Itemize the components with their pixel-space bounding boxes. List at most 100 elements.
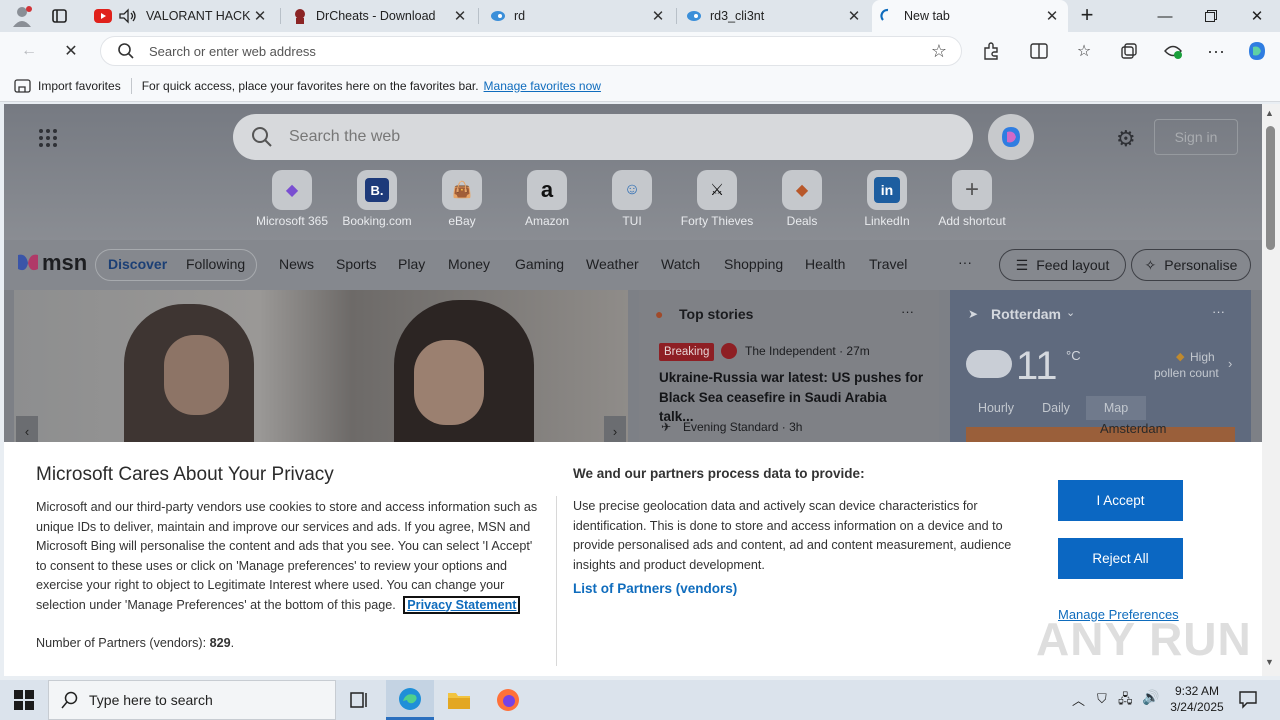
- close-icon[interactable]: ✕: [1044, 7, 1060, 25]
- shortcut-ebay[interactable]: 👜 eBay: [420, 170, 504, 228]
- import-favorites-button[interactable]: Import favorites: [38, 79, 121, 93]
- shortcut-microsoft-365[interactable]: ◆ Microsoft 365: [250, 170, 334, 228]
- weather-more-icon[interactable]: ···: [1212, 304, 1225, 319]
- shortcut-deals[interactable]: ◆ Deals: [760, 170, 844, 228]
- new-tab-icon[interactable]: +: [1076, 4, 1098, 27]
- notifications-icon[interactable]: [1238, 689, 1258, 709]
- edge-taskbar-icon[interactable]: [386, 680, 434, 720]
- profile-icon[interactable]: [10, 5, 34, 27]
- privacy-title: Microsoft Cares About Your Privacy: [36, 464, 334, 485]
- clock[interactable]: 9:32 AM 3/24/2025: [1168, 683, 1226, 715]
- reject-all-button[interactable]: Reject All: [1058, 538, 1183, 579]
- personalise-button[interactable]: ✧ Personalise: [1131, 249, 1251, 281]
- evening-standard-icon: ✈: [661, 420, 672, 434]
- msn-butterfly-icon: [18, 254, 38, 271]
- more-menu-icon[interactable]: ···: [1203, 38, 1229, 64]
- nav-health[interactable]: Health: [805, 256, 845, 272]
- breaking-badge: Breaking: [659, 343, 715, 361]
- tab-following[interactable]: Following: [186, 256, 245, 272]
- speaker-icon[interactable]: [118, 8, 138, 24]
- copilot-button[interactable]: [988, 114, 1034, 160]
- msn-logo[interactable]: msn: [16, 250, 87, 276]
- hero-image-card[interactable]: ‹ ›: [14, 290, 628, 450]
- chevron-down-icon[interactable]: ⌄: [1066, 306, 1075, 319]
- collections-icon[interactable]: [1116, 38, 1142, 64]
- show-hidden-icons[interactable]: ︿: [1072, 690, 1085, 709]
- weather-location[interactable]: Rotterdam: [991, 306, 1061, 322]
- web-search-box[interactable]: Search the web: [233, 114, 973, 160]
- weather-tab-daily[interactable]: Daily: [1026, 396, 1086, 420]
- page-scrollbar[interactable]: ▲ ▼: [1262, 104, 1280, 676]
- file-explorer-icon[interactable]: [447, 689, 471, 711]
- nav-gaming[interactable]: Gaming: [515, 256, 564, 272]
- close-icon[interactable]: ✕: [846, 7, 862, 25]
- favorite-star-icon[interactable]: ☆: [931, 41, 947, 62]
- story-source: The Independent · 27m: [745, 344, 870, 358]
- nav-shopping[interactable]: Shopping: [724, 256, 783, 272]
- shortcut-label: Microsoft 365: [255, 214, 329, 228]
- shortcut-linkedin[interactable]: in LinkedIn: [845, 170, 929, 228]
- taskbar-search-box[interactable]: Type here to search: [48, 680, 336, 720]
- volume-icon[interactable]: 🔊: [1142, 689, 1159, 706]
- manage-favorites-link[interactable]: Manage favorites now: [484, 79, 601, 93]
- stop-loading-icon[interactable]: ✕: [58, 38, 84, 64]
- tab-new-tab[interactable]: New tab ✕: [872, 0, 1068, 32]
- nav-money[interactable]: Money: [448, 256, 490, 272]
- shortcut-amazon[interactable]: a Amazon: [505, 170, 589, 228]
- more-nav-icon[interactable]: ···: [958, 254, 972, 270]
- nav-news[interactable]: News: [279, 256, 314, 272]
- close-icon[interactable]: ✕: [452, 7, 468, 25]
- sign-in-button[interactable]: Sign in: [1154, 119, 1238, 155]
- top-stories-more-icon[interactable]: ···: [901, 304, 914, 319]
- privacy-statement-link[interactable]: Privacy Statement: [403, 595, 521, 614]
- weather-tab-hourly[interactable]: Hourly: [966, 396, 1026, 420]
- shortcut-forty-thieves[interactable]: ⚔ Forty Thieves: [675, 170, 759, 228]
- extensions-icon[interactable]: [978, 38, 1004, 64]
- back-icon[interactable]: ←: [16, 38, 42, 64]
- network-icon[interactable]: 🖧: [1118, 690, 1133, 712]
- tab-drcheats[interactable]: DrCheats - Download ✕: [284, 0, 476, 32]
- add-shortcut-button[interactable]: + Add shortcut: [930, 170, 1014, 228]
- shortcut-booking[interactable]: B. Booking.com: [335, 170, 419, 228]
- partners-list-link[interactable]: List of Partners (vendors): [573, 581, 737, 596]
- tab-rd3-cli3nt[interactable]: rd3_cli3nt ✕: [678, 0, 870, 32]
- shortcut-tui[interactable]: ☺ TUI: [590, 170, 674, 228]
- close-window-icon[interactable]: ✕: [1234, 0, 1280, 32]
- chevron-right-icon[interactable]: ›: [1228, 356, 1232, 371]
- close-icon[interactable]: ✕: [650, 7, 666, 25]
- scroll-thumb[interactable]: [1266, 126, 1275, 250]
- nav-sports[interactable]: Sports: [336, 256, 376, 272]
- independent-logo-icon: [721, 343, 737, 359]
- firefox-icon[interactable]: [496, 688, 520, 712]
- feed-layout-button[interactable]: ☰ Feed layout: [999, 249, 1126, 281]
- close-icon[interactable]: ✕: [252, 7, 268, 25]
- apps-grid-icon[interactable]: [38, 128, 58, 148]
- tab-valorant[interactable]: VALORANT HACK | ✕: [86, 0, 276, 32]
- security-icon[interactable]: ⛉: [1097, 691, 1107, 707]
- tab-actions-icon[interactable]: [50, 7, 70, 25]
- partners-period: .: [230, 636, 235, 650]
- story-source: Evening Standard · 3h: [683, 420, 803, 434]
- nav-watch[interactable]: Watch: [661, 256, 700, 272]
- tab-discover[interactable]: Discover: [108, 256, 167, 272]
- nav-play[interactable]: Play: [398, 256, 425, 272]
- weather-tab-map[interactable]: Map: [1086, 396, 1146, 420]
- scroll-down-icon[interactable]: ▼: [1265, 657, 1274, 667]
- tab-rd[interactable]: rd ✕: [482, 0, 674, 32]
- pollen-icon: ◆: [1176, 351, 1185, 363]
- split-screen-icon[interactable]: [1026, 38, 1052, 64]
- nav-weather[interactable]: Weather: [586, 256, 639, 272]
- copilot-icon[interactable]: [1244, 38, 1270, 64]
- browser-essentials-icon[interactable]: [1160, 38, 1186, 64]
- scroll-up-icon[interactable]: ▲: [1265, 108, 1274, 118]
- minimize-icon[interactable]: —: [1142, 0, 1188, 32]
- accept-button[interactable]: I Accept: [1058, 480, 1183, 521]
- story-headline[interactable]: Ukraine-Russia war latest: US pushes for…: [659, 368, 924, 427]
- address-bar[interactable]: Search or enter web address ☆: [100, 36, 962, 66]
- favorites-icon[interactable]: ☆: [1071, 38, 1097, 64]
- nav-travel[interactable]: Travel: [869, 256, 907, 272]
- task-view-icon[interactable]: [350, 690, 370, 710]
- settings-gear-icon[interactable]: ⚙: [1116, 126, 1136, 152]
- windows-start-icon[interactable]: [14, 690, 34, 710]
- restore-icon[interactable]: [1188, 0, 1234, 32]
